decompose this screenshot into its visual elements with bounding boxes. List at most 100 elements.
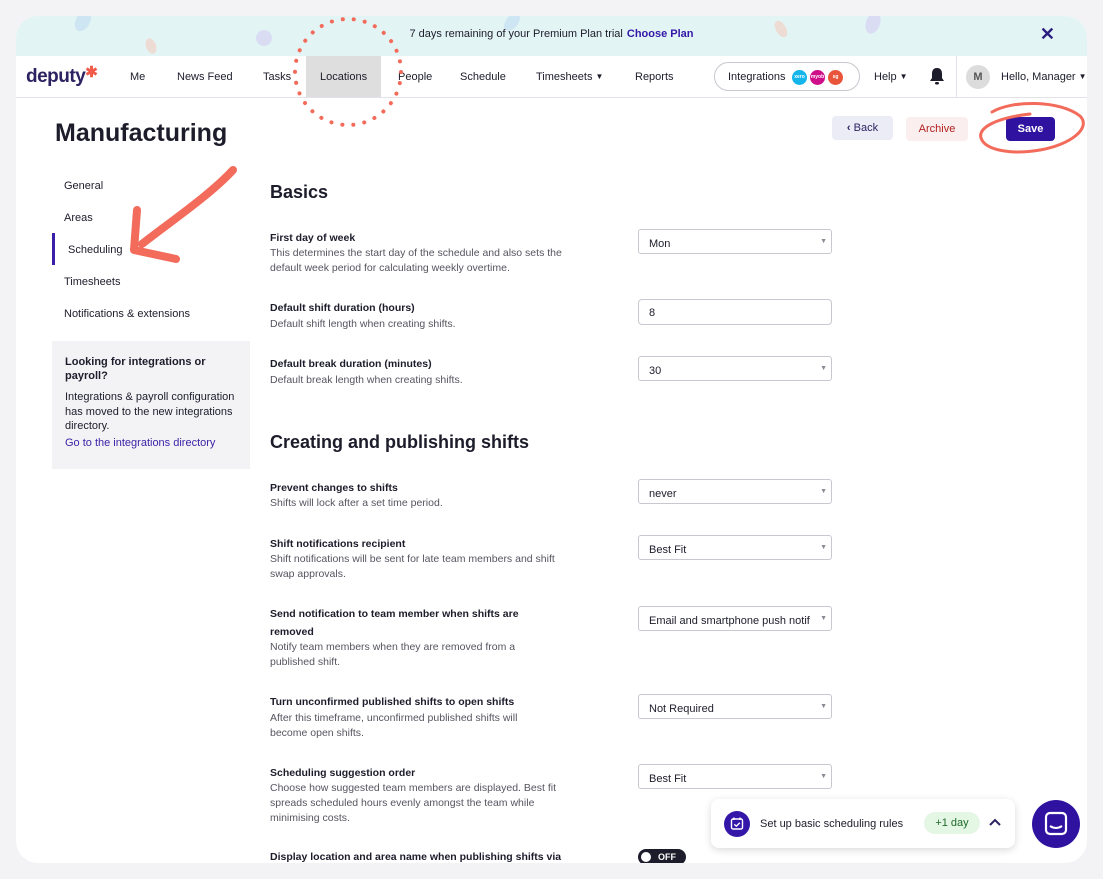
logo-star-icon: ✱ [85,64,98,81]
avatar[interactable]: M [966,65,990,89]
suggestion-order-select[interactable]: Best Fit ▼ [638,764,832,789]
select-value: Best Fit [649,773,687,785]
dropdown-arrow-icon: ▼ [820,544,827,551]
nav-item-me[interactable]: Me [130,71,145,83]
chat-launcher-button[interactable] [1032,800,1080,848]
dropdown-arrow-icon: ▼ [820,615,827,622]
top-nav: deputy✱ Me News Feed Tasks Locations Peo… [16,56,1087,98]
integrations-directory-link[interactable]: Go to the integrations directory [65,437,237,449]
user-menu[interactable]: Hello, Manager ▼ [1001,71,1087,83]
banner-text: 7 days remaining of your Premium Plan tr… [409,28,623,40]
back-button[interactable]: ‹ Back [832,116,893,140]
dropdown-arrow-icon: ▼ [820,703,827,710]
select-value: 30 [649,365,662,377]
field-label: Display location and area name when publ… [270,851,562,863]
select-value: Email and smartphone push notif [649,615,810,627]
field-description: Notify team members when they are remove… [270,641,516,668]
chevron-up-icon[interactable] [988,812,1002,835]
select-value: Not Required [649,703,714,715]
sidebar-item-areas[interactable]: Areas [64,212,93,224]
chevron-up-glyph [989,818,1001,826]
xero-logo-icon: xero [792,70,807,85]
back-label: Back [853,122,879,134]
page-title: Manufacturing [55,119,228,147]
archive-button[interactable]: Archive [906,117,968,141]
nav-item-tasks[interactable]: Tasks [263,71,291,83]
field-description: Choose how suggested team members are di… [270,782,556,824]
nav-item-people[interactable]: People [398,71,432,83]
toggle-state: OFF [658,852,676,862]
select-value: never [649,488,677,500]
sidebar-item-general[interactable]: General [64,180,103,192]
help-menu[interactable]: Help ▼ [874,71,908,83]
field-label: Send notification to team member when sh… [270,608,519,638]
select-value: Best Fit [649,544,687,556]
field-label: Default shift duration (hours) [270,302,415,314]
task-label: Set up basic scheduling rules [760,818,904,830]
field-description: After this timeframe, unconfirmed publis… [270,712,518,739]
section-title-basics: Basics [270,182,329,202]
nav-item-news-feed[interactable]: News Feed [177,71,233,83]
choose-plan-link[interactable]: Choose Plan [627,28,694,40]
integration-logo-icon: sg [828,70,843,85]
dropdown-arrow-icon: ▼ [820,773,827,780]
field-label: First day of week [270,232,356,244]
bell-icon[interactable] [928,66,946,86]
sidebar-item-timesheets[interactable]: Timesheets [64,276,120,288]
myob-logo-icon: myob [810,70,825,85]
chevron-down-icon: ▼ [595,72,604,81]
shift-duration-input[interactable]: 8 [638,299,832,325]
dropdown-arrow-icon: ▼ [820,365,827,372]
field-description: This determines the start day of the sch… [270,247,562,274]
integrations-button[interactable]: Integrations xero myob sg [714,62,860,91]
unconfirmed-shifts-select[interactable]: Not Required ▼ [638,694,832,719]
chevron-down-icon: ▼ [1078,72,1087,81]
timesheets-label: Timesheets [536,71,593,83]
field-description: Shifts will lock after a set time period… [270,497,443,509]
nav-item-locations[interactable]: Locations [306,56,382,97]
info-box-heading: Looking for integrations or payroll? [65,356,206,382]
sidebar-active-indicator [52,233,55,265]
notifications-recipient-select[interactable]: Best Fit ▼ [638,535,832,560]
nav-divider [956,56,957,98]
nav-item-timesheets[interactable]: Timesheets ▼ [536,71,603,83]
chevron-down-icon: ▼ [899,72,908,81]
integrations-info-box: Looking for integrations or payroll? Int… [52,341,250,469]
integrations-label: Integrations [728,71,786,83]
toggle-knob [641,852,651,862]
chat-icon [1044,811,1068,836]
close-banner-icon[interactable]: ✕ [1040,24,1055,45]
app-frame: 7 days remaining of your Premium Plan tr… [16,16,1087,863]
calendar-check-icon [724,811,750,837]
logo-text: deputy [26,66,86,87]
onboarding-task-card[interactable]: Set up basic scheduling rules +1 day [711,799,1015,848]
field-label: Scheduling suggestion order [270,767,416,779]
prevent-changes-select[interactable]: never ▼ [638,479,832,504]
removed-notification-select[interactable]: Email and smartphone push notif ▼ [638,606,832,631]
deputy-logo[interactable]: deputy✱ [26,64,98,88]
chevron-left-icon: ‹ [846,122,854,134]
help-label: Help [874,71,897,83]
greeting-label: Hello, Manager [1001,71,1076,83]
save-button[interactable]: Save [1006,117,1055,141]
field-description: Default break length when creating shift… [270,374,463,386]
task-badge: +1 day [924,812,980,834]
display-location-toggle[interactable]: OFF [638,849,686,863]
nav-item-reports[interactable]: Reports [635,71,674,83]
field-label: Shift notifications recipient [270,538,406,550]
first-day-select[interactable]: Mon ▼ [638,229,832,254]
nav-item-schedule[interactable]: Schedule [460,71,506,83]
field-label: Default break duration (minutes) [270,358,432,370]
break-duration-select[interactable]: 30 ▼ [638,356,832,381]
sidebar-item-scheduling[interactable]: Scheduling [68,244,122,256]
section-title-creating: Creating and publishing shifts [270,432,530,452]
sidebar-item-notifications[interactable]: Notifications & extensions [64,308,190,320]
dropdown-arrow-icon: ▼ [820,238,827,245]
info-box-text: Integrations & payroll configuration has… [65,391,235,432]
field-description: Shift notifications will be sent for lat… [270,553,555,580]
select-value: Mon [649,238,671,250]
calendar-check-glyph [730,817,744,830]
field-description: Default shift length when creating shift… [270,318,456,330]
banner-message: 7 days remaining of your Premium Plan tr… [16,28,1087,40]
dropdown-arrow-icon: ▼ [820,488,827,495]
